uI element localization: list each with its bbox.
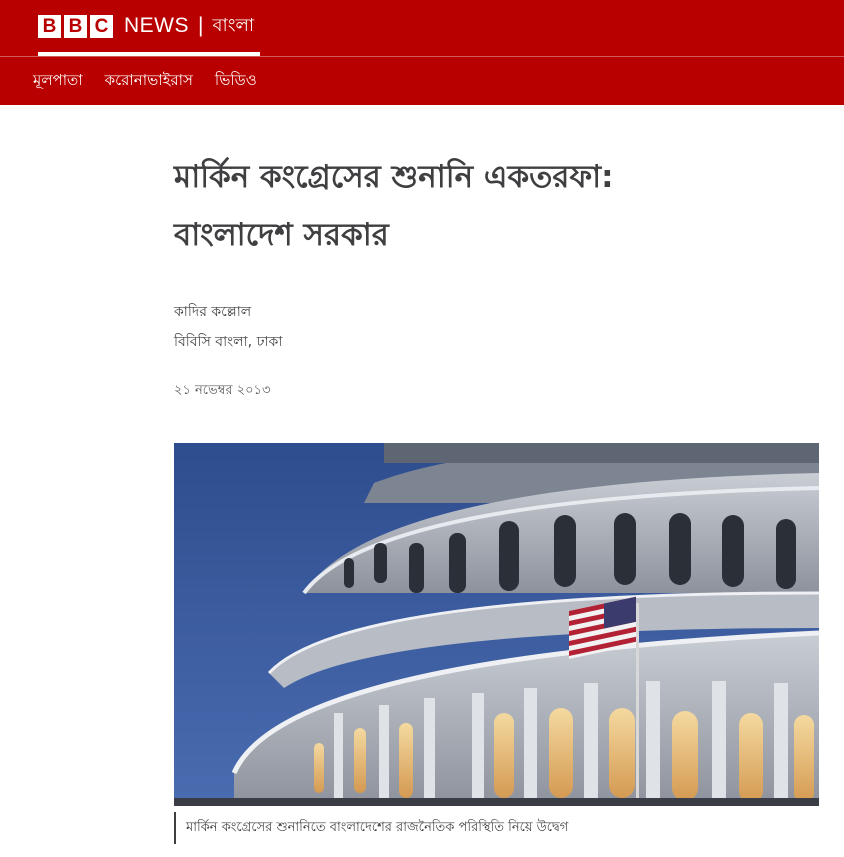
main-nav: মূলপাতা করোনাভাইরাস ভিডিও — [33, 57, 257, 105]
bbc-logo-letter-b1: B — [38, 14, 61, 38]
headline-line-2: বাংলাদেশ সরকার — [174, 217, 389, 253]
bbc-logo-letter-c: C — [90, 14, 113, 38]
bbc-logo: B B C — [38, 14, 113, 38]
brand-separator: | — [198, 14, 204, 37]
capitol-dome-image — [174, 443, 819, 806]
headline-line-1: মার্কিন কংগ্রেসের শুনানি একতরফা: — [174, 159, 614, 195]
author-role: বিবিসি বাংলা, ঢাকা — [174, 334, 283, 350]
brand-language: বাংলা — [212, 14, 255, 36]
image-caption: মার্কিন কংগ্রেসের শুনানিতে বাংলাদেশের রা… — [174, 812, 568, 844]
bbc-logo-letter-b2: B — [64, 14, 87, 38]
brand-news-text: NEWS — [124, 14, 189, 37]
site-header: B B C NEWS | বাংলা মূলপাতা করোনাভাইরাস ভ… — [0, 0, 844, 105]
nav-item-home[interactable]: মূলপাতা — [33, 69, 83, 94]
article-image — [174, 443, 819, 806]
author-name: কাদির কল্লোল — [174, 304, 252, 320]
bbc-news-bangla-logo[interactable]: B B C NEWS | বাংলা — [38, 0, 260, 56]
publish-date: ২১ নভেম্বর ২০১৩ — [174, 383, 271, 398]
nav-item-video[interactable]: ভিডিও — [215, 69, 257, 94]
nav-item-coronavirus[interactable]: করোনাভাইরাস — [105, 69, 193, 94]
article-headline: মার্কিন কংগ্রেসের শুনানি একতরফা: বাংলাদে… — [174, 148, 774, 264]
